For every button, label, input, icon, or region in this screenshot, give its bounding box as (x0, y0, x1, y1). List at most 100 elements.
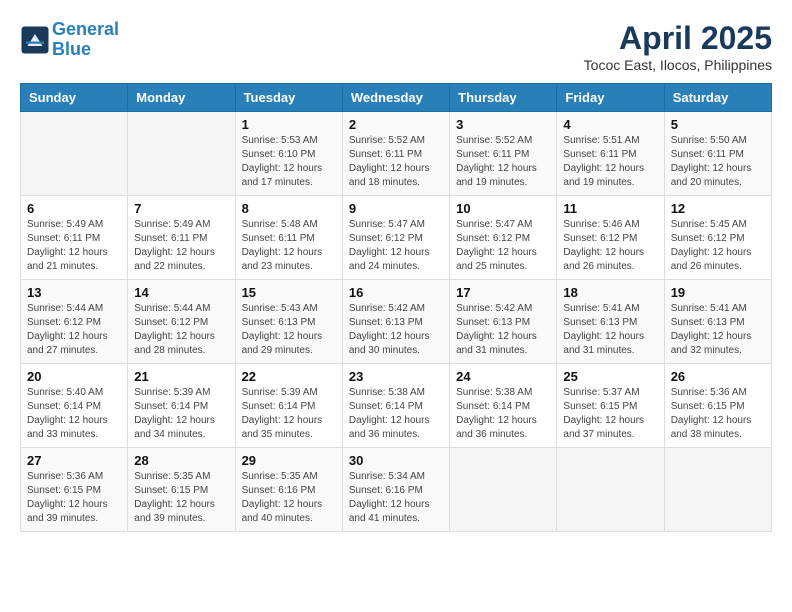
day-number: 21 (134, 369, 228, 384)
day-info: Sunrise: 5:39 AM Sunset: 6:14 PM Dayligh… (242, 386, 336, 442)
day-number: 14 (134, 285, 228, 300)
day-number: 29 (242, 453, 336, 468)
weekday-header-wednesday: Wednesday (342, 84, 449, 112)
day-number: 7 (134, 201, 228, 216)
weekday-header-thursday: Thursday (450, 84, 557, 112)
day-info: Sunrise: 5:38 AM Sunset: 6:14 PM Dayligh… (349, 386, 443, 442)
day-info: Sunrise: 5:43 AM Sunset: 6:13 PM Dayligh… (242, 302, 336, 358)
day-number: 2 (349, 117, 443, 132)
calendar-cell: 1 Sunrise: 5:53 AM Sunset: 6:10 PM Daylig… (235, 112, 342, 196)
day-info: Sunrise: 5:53 AM Sunset: 6:10 PM Dayligh… (242, 134, 336, 190)
calendar-cell: 18 Sunrise: 5:41 AM Sunset: 6:13 PM Dayli… (557, 280, 664, 364)
calendar-cell: 25 Sunrise: 5:37 AM Sunset: 6:15 PM Dayli… (557, 364, 664, 448)
calendar-cell: 24 Sunrise: 5:38 AM Sunset: 6:14 PM Dayli… (450, 364, 557, 448)
day-number: 5 (671, 117, 765, 132)
calendar-cell: 12Sunrise: 5:45 AM Sunset: 6:12 PM Dayli… (664, 196, 771, 280)
day-number: 15 (242, 285, 336, 300)
day-info: Sunrise: 5:36 AM Sunset: 6:15 PM Dayligh… (671, 386, 765, 442)
calendar-cell: 23 Sunrise: 5:38 AM Sunset: 6:14 PM Dayli… (342, 364, 449, 448)
calendar-week-3: 13 Sunrise: 5:44 AM Sunset: 6:12 PM Dayli… (21, 280, 772, 364)
day-info: Sunrise: 5:37 AM Sunset: 6:15 PM Dayligh… (563, 386, 657, 442)
day-info: Sunrise: 5:47 AM Sunset: 6:12 PM Dayligh… (349, 218, 443, 274)
calendar-cell: 22Sunrise: 5:39 AM Sunset: 6:14 PM Dayli… (235, 364, 342, 448)
calendar-cell: 10 Sunrise: 5:47 AM Sunset: 6:12 PM Dayli… (450, 196, 557, 280)
day-info: Sunrise: 5:47 AM Sunset: 6:12 PM Dayligh… (456, 218, 550, 274)
day-info: Sunrise: 5:51 AM Sunset: 6:11 PM Dayligh… (563, 134, 657, 190)
day-number: 17 (456, 285, 550, 300)
calendar-cell: 17Sunrise: 5:42 AM Sunset: 6:13 PM Dayli… (450, 280, 557, 364)
day-info: Sunrise: 5:39 AM Sunset: 6:14 PM Dayligh… (134, 386, 228, 442)
calendar-cell: 16 Sunrise: 5:42 AM Sunset: 6:13 PM Dayli… (342, 280, 449, 364)
calendar-cell (128, 112, 235, 196)
calendar-cell: 14 Sunrise: 5:44 AM Sunset: 6:12 PM Dayli… (128, 280, 235, 364)
day-number: 10 (456, 201, 550, 216)
day-number: 27 (27, 453, 121, 468)
day-number: 3 (456, 117, 550, 132)
day-number: 23 (349, 369, 443, 384)
calendar-cell (21, 112, 128, 196)
day-info: Sunrise: 5:40 AM Sunset: 6:14 PM Dayligh… (27, 386, 121, 442)
weekday-header-friday: Friday (557, 84, 664, 112)
day-info: Sunrise: 5:48 AM Sunset: 6:11 PM Dayligh… (242, 218, 336, 274)
day-info: Sunrise: 5:34 AM Sunset: 6:16 PM Dayligh… (349, 470, 443, 526)
calendar-cell: 11 Sunrise: 5:46 AM Sunset: 6:12 PM Dayli… (557, 196, 664, 280)
calendar-cell: 19 Sunrise: 5:41 AM Sunset: 6:13 PM Dayli… (664, 280, 771, 364)
day-info: Sunrise: 5:45 AM Sunset: 6:12 PM Dayligh… (671, 218, 765, 274)
day-number: 8 (242, 201, 336, 216)
calendar-cell: 21 Sunrise: 5:39 AM Sunset: 6:14 PM Dayli… (128, 364, 235, 448)
day-number: 26 (671, 369, 765, 384)
calendar-cell: 4 Sunrise: 5:51 AM Sunset: 6:11 PM Daylig… (557, 112, 664, 196)
day-number: 1 (242, 117, 336, 132)
day-number: 20 (27, 369, 121, 384)
calendar-cell: 29 Sunrise: 5:35 AM Sunset: 6:16 PM Dayli… (235, 448, 342, 532)
calendar-cell (450, 448, 557, 532)
calendar-cell: 26 Sunrise: 5:36 AM Sunset: 6:15 PM Dayli… (664, 364, 771, 448)
calendar-cell: 28Sunrise: 5:35 AM Sunset: 6:15 PM Dayli… (128, 448, 235, 532)
calendar-cell: 3 Sunrise: 5:52 AM Sunset: 6:11 PM Daylig… (450, 112, 557, 196)
calendar-cell: 30Sunrise: 5:34 AM Sunset: 6:16 PM Dayli… (342, 448, 449, 532)
calendar-week-1: 1 Sunrise: 5:53 AM Sunset: 6:10 PM Daylig… (21, 112, 772, 196)
calendar-cell: 27Sunrise: 5:36 AM Sunset: 6:15 PM Dayli… (21, 448, 128, 532)
logo-icon (20, 25, 50, 55)
day-info: Sunrise: 5:41 AM Sunset: 6:13 PM Dayligh… (671, 302, 765, 358)
calendar-cell: 9 Sunrise: 5:47 AM Sunset: 6:12 PM Daylig… (342, 196, 449, 280)
calendar-cell: 2 Sunrise: 5:52 AM Sunset: 6:11 PM Daylig… (342, 112, 449, 196)
subtitle: Tococ East, Ilocos, Philippines (584, 57, 772, 73)
main-title: April 2025 (584, 20, 772, 57)
day-info: Sunrise: 5:44 AM Sunset: 6:12 PM Dayligh… (27, 302, 121, 358)
day-info: Sunrise: 5:38 AM Sunset: 6:14 PM Dayligh… (456, 386, 550, 442)
day-info: Sunrise: 5:42 AM Sunset: 6:13 PM Dayligh… (349, 302, 443, 358)
header: General Blue April 2025 Tococ East, Iloc… (20, 20, 772, 73)
day-info: Sunrise: 5:52 AM Sunset: 6:11 PM Dayligh… (456, 134, 550, 190)
day-info: Sunrise: 5:44 AM Sunset: 6:12 PM Dayligh… (134, 302, 228, 358)
weekday-header-row: SundayMondayTuesdayWednesdayThursdayFrid… (21, 84, 772, 112)
day-info: Sunrise: 5:41 AM Sunset: 6:13 PM Dayligh… (563, 302, 657, 358)
day-number: 11 (563, 201, 657, 216)
calendar-cell: 7Sunrise: 5:49 AM Sunset: 6:11 PM Daylig… (128, 196, 235, 280)
day-number: 19 (671, 285, 765, 300)
calendar-table: SundayMondayTuesdayWednesdayThursdayFrid… (20, 83, 772, 532)
day-info: Sunrise: 5:46 AM Sunset: 6:12 PM Dayligh… (563, 218, 657, 274)
day-number: 9 (349, 201, 443, 216)
calendar-week-2: 6Sunrise: 5:49 AM Sunset: 6:11 PM Daylig… (21, 196, 772, 280)
calendar-cell: 6Sunrise: 5:49 AM Sunset: 6:11 PM Daylig… (21, 196, 128, 280)
calendar-cell: 8 Sunrise: 5:48 AM Sunset: 6:11 PM Daylig… (235, 196, 342, 280)
day-number: 18 (563, 285, 657, 300)
day-number: 25 (563, 369, 657, 384)
title-area: April 2025 Tococ East, Ilocos, Philippin… (584, 20, 772, 73)
calendar-week-5: 27Sunrise: 5:36 AM Sunset: 6:15 PM Dayli… (21, 448, 772, 532)
logo-text: General Blue (52, 20, 119, 60)
day-number: 6 (27, 201, 121, 216)
weekday-header-sunday: Sunday (21, 84, 128, 112)
weekday-header-tuesday: Tuesday (235, 84, 342, 112)
day-info: Sunrise: 5:35 AM Sunset: 6:16 PM Dayligh… (242, 470, 336, 526)
day-number: 13 (27, 285, 121, 300)
day-number: 24 (456, 369, 550, 384)
calendar-week-4: 20 Sunrise: 5:40 AM Sunset: 6:14 PM Dayli… (21, 364, 772, 448)
calendar-cell: 15 Sunrise: 5:43 AM Sunset: 6:13 PM Dayli… (235, 280, 342, 364)
weekday-header-saturday: Saturday (664, 84, 771, 112)
day-number: 16 (349, 285, 443, 300)
day-info: Sunrise: 5:52 AM Sunset: 6:11 PM Dayligh… (349, 134, 443, 190)
calendar-cell (557, 448, 664, 532)
day-number: 4 (563, 117, 657, 132)
